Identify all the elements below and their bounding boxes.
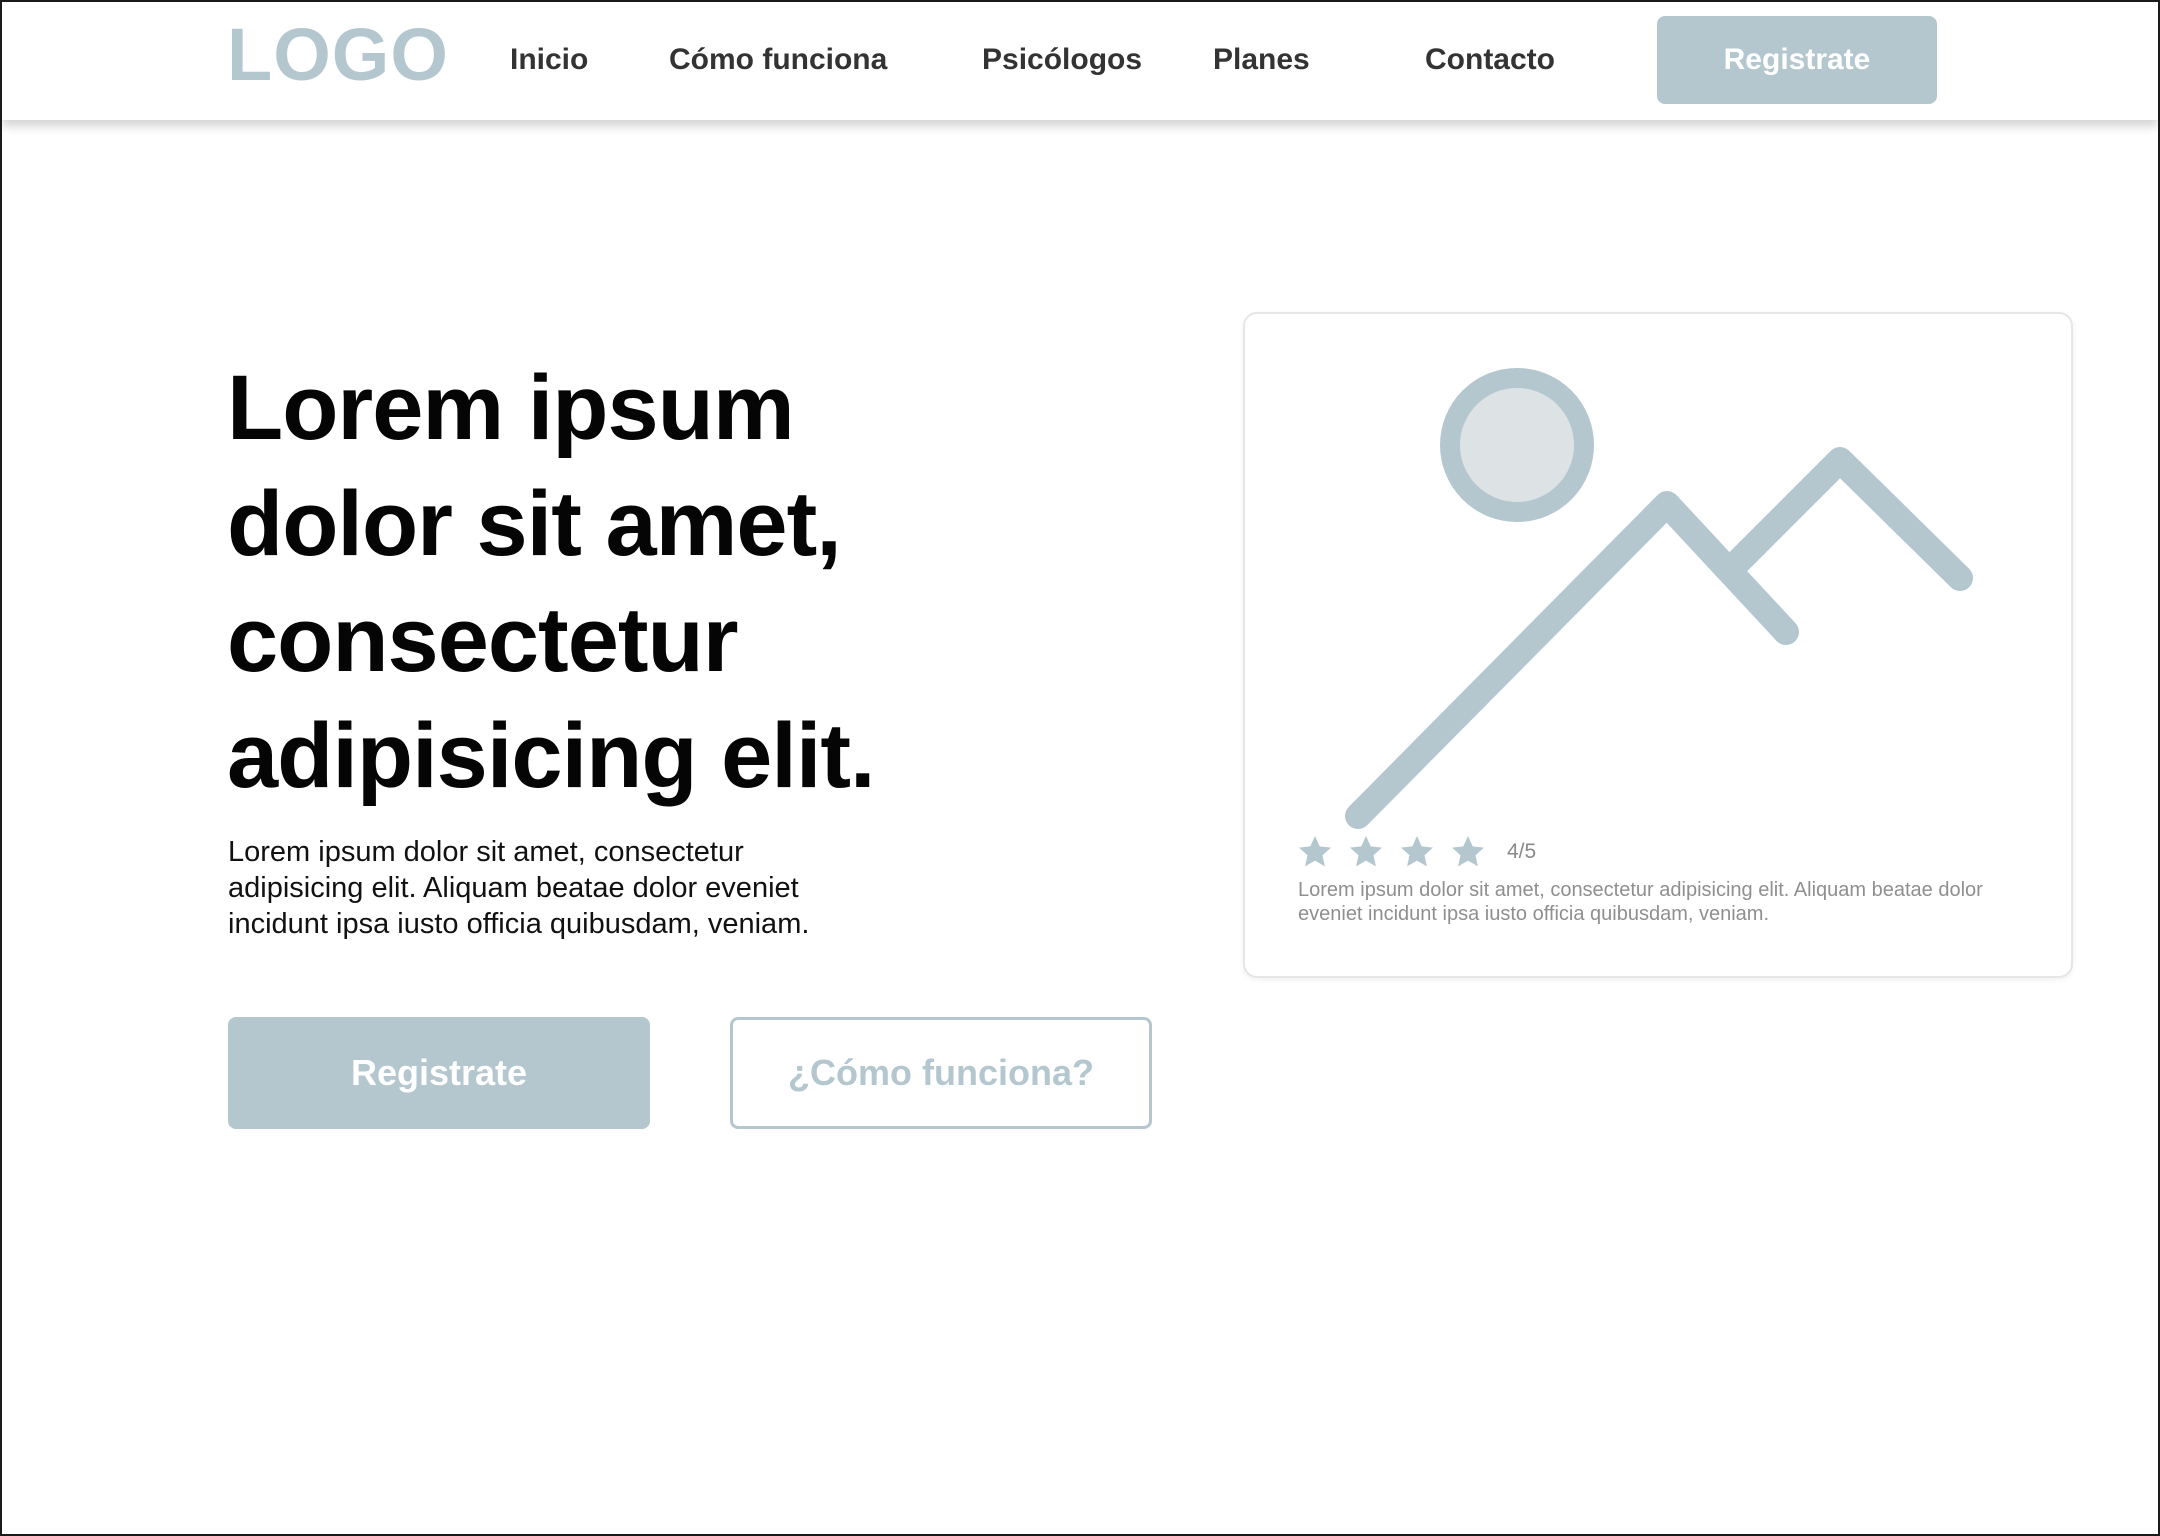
star-icon xyxy=(1452,836,1484,867)
nav-item-inicio[interactable]: Inicio xyxy=(510,42,588,78)
nav-item-psicologos[interactable]: Psicólogos xyxy=(982,42,1142,78)
register-button[interactable]: Registrate xyxy=(228,1017,650,1129)
star-icon xyxy=(1401,836,1433,867)
star-rating: 4/5 xyxy=(1297,834,1536,870)
star-icon xyxy=(1350,836,1382,867)
logo[interactable]: LOGO xyxy=(227,18,449,92)
site-header: LOGO Inicio Cómo funciona Psicólogos Pla… xyxy=(2,2,2158,120)
hero-title: Lorem ipsum dolor sit amet, consectetur … xyxy=(227,357,876,807)
hero-subtitle: Lorem ipsum dolor sit amet, consectetur … xyxy=(228,836,810,940)
review-text: Lorem ipsum dolor sit amet, consectetur … xyxy=(1298,879,1983,925)
review-card: 4/5 Lorem ipsum dolor sit amet, consecte… xyxy=(1243,312,2073,978)
page: LOGO Inicio Cómo funciona Psicólogos Pla… xyxy=(0,0,2160,1536)
image-placeholder-icon xyxy=(1345,368,1973,829)
how-it-works-button[interactable]: ¿Cómo funciona? xyxy=(730,1017,1152,1129)
nav-item-planes[interactable]: Planes xyxy=(1213,42,1310,78)
rating-label: 4/5 xyxy=(1507,840,1537,863)
nav-item-como-funciona[interactable]: Cómo funciona xyxy=(669,42,887,78)
star-icon xyxy=(1299,836,1331,867)
nav-item-contacto[interactable]: Contacto xyxy=(1425,42,1555,78)
header-register-button[interactable]: Registrate xyxy=(1657,16,1937,104)
